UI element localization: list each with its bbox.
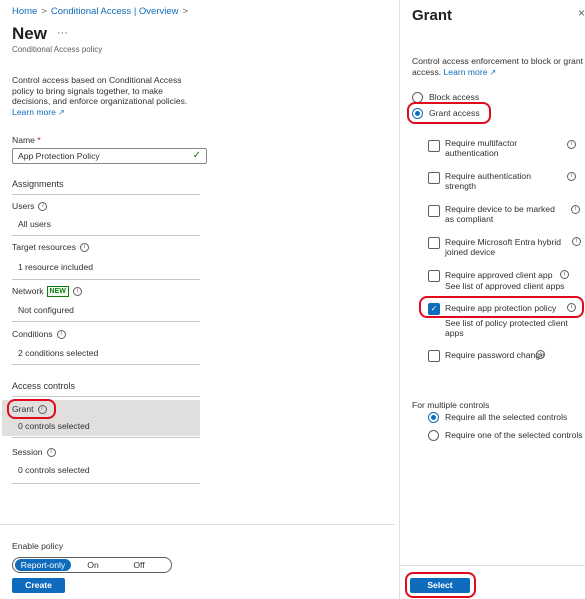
protected-apps-list-link[interactable]: See list of policy protected client apps <box>445 318 575 338</box>
conditions-label: Conditions i <box>12 329 66 340</box>
block-access-label[interactable]: Block access <box>429 92 479 102</box>
conditions-value-link[interactable]: 2 conditions selected <box>18 348 98 358</box>
network-label-text: Network <box>12 286 44 296</box>
divider <box>12 235 200 236</box>
network-label: Network NEW i <box>12 286 82 298</box>
name-input-value[interactable]: App Protection Policy <box>18 151 100 161</box>
password-change-label[interactable]: Require password change <box>445 350 575 360</box>
info-icon[interactable]: i <box>560 270 569 279</box>
grant-learn-more-link[interactable]: Learn more <box>444 67 488 77</box>
info-icon[interactable]: i <box>536 350 545 359</box>
users-label: Users i <box>12 201 48 212</box>
mfa-checkbox[interactable] <box>428 140 440 152</box>
required-asterisk: * <box>37 135 41 145</box>
conditions-label-text: Conditions <box>12 329 53 339</box>
multiple-controls-label: For multiple controls <box>412 400 490 410</box>
breadcrumb-home[interactable]: Home <box>12 6 37 17</box>
info-icon[interactable]: i <box>572 237 581 246</box>
policy-description: Control access based on Conditional Acce… <box>12 75 192 118</box>
description-text: Control access based on Conditional Acce… <box>12 75 188 106</box>
auth-strength-label[interactable]: Require authentication strength <box>445 171 557 191</box>
require-one-label[interactable]: Require one of the selected controls <box>445 430 585 440</box>
target-resources-label-text: Target resources <box>12 242 77 252</box>
footer-divider <box>0 524 395 525</box>
divider <box>12 483 200 484</box>
info-icon[interactable]: i <box>46 448 56 458</box>
grant-access-highlight <box>407 102 491 124</box>
breadcrumb: Home > Conditional Access | Overview > <box>12 6 192 17</box>
grant-intro-text: Control access enforcement to block or g… <box>412 56 584 77</box>
breadcrumb-separator: > <box>182 6 189 17</box>
access-controls-heading: Access controls <box>12 381 76 391</box>
mfa-label[interactable]: Require multifactor authentication <box>445 138 557 158</box>
compliant-device-label[interactable]: Require device to be marked as compliant <box>445 204 557 224</box>
breadcrumb-separator: > <box>41 6 47 17</box>
approved-app-label[interactable]: Require approved client app <box>445 270 575 280</box>
toggle-on[interactable]: On <box>73 558 113 572</box>
new-badge: NEW <box>46 286 69 298</box>
session-label-text: Session <box>12 447 43 457</box>
breadcrumb-overview[interactable]: Conditional Access | Overview <box>51 6 179 17</box>
valid-check-icon: ✓ <box>192 150 201 161</box>
compliant-device-checkbox[interactable] <box>428 205 440 217</box>
grant-panel: Grant × Control access enforcement to bl… <box>399 0 585 599</box>
session-value-link[interactable]: 0 controls selected <box>18 465 90 475</box>
divider <box>12 437 200 438</box>
toggle-report-only[interactable]: Report-only <box>15 559 71 571</box>
users-value-link[interactable]: All users <box>18 219 51 229</box>
session-label: Session i <box>12 447 56 458</box>
enable-policy-label: Enable policy <box>12 541 64 551</box>
target-resources-label: Target resources i <box>12 242 90 253</box>
auth-strength-checkbox[interactable] <box>428 172 440 184</box>
name-label: Name * <box>12 135 41 145</box>
policy-pane: Home > Conditional Access | Overview > New ·… <box>0 0 395 599</box>
grant-value-link[interactable]: 0 controls selected <box>18 421 90 431</box>
toggle-off[interactable]: Off <box>117 558 161 572</box>
app-protection-highlight <box>419 296 584 318</box>
name-input[interactable]: App Protection Policy ✓ <box>12 148 207 164</box>
hybrid-joined-label[interactable]: Require Microsoft Entra hybrid joined de… <box>445 237 570 257</box>
divider <box>12 279 200 280</box>
grant-highlight <box>7 399 56 419</box>
page-subtitle: Conditional Access policy <box>12 45 103 54</box>
password-change-checkbox[interactable] <box>428 350 440 362</box>
grant-intro: Control access enforcement to block or g… <box>412 56 584 78</box>
footer-divider <box>400 565 585 566</box>
enable-policy-toggle[interactable]: Report-only On Off <box>12 557 172 573</box>
select-button-highlight <box>405 572 476 598</box>
divider <box>12 364 200 365</box>
name-label-text: Name <box>12 135 35 145</box>
more-options-icon[interactable]: ··· <box>57 27 68 39</box>
hybrid-joined-checkbox[interactable] <box>428 237 440 249</box>
approved-apps-list-link[interactable]: See list of approved client apps <box>445 281 585 291</box>
info-icon[interactable]: i <box>567 140 576 149</box>
target-resources-link[interactable]: 1 resource included <box>18 262 93 272</box>
divider <box>12 396 200 397</box>
require-one-radio[interactable] <box>428 430 439 441</box>
page-title: New ··· <box>12 24 68 44</box>
divider <box>12 194 200 195</box>
create-button[interactable]: Create <box>12 578 65 593</box>
approved-app-checkbox[interactable] <box>428 270 440 282</box>
info-icon[interactable]: i <box>56 330 66 340</box>
info-icon[interactable]: i <box>571 205 580 214</box>
info-icon[interactable]: i <box>80 243 90 253</box>
require-all-radio[interactable] <box>428 412 439 423</box>
network-value-link[interactable]: Not configured <box>18 305 74 315</box>
grant-panel-title: Grant <box>412 7 453 24</box>
info-icon[interactable]: i <box>567 172 576 181</box>
info-icon[interactable]: i <box>38 202 48 212</box>
learn-more-link[interactable]: Learn more <box>12 107 56 117</box>
require-all-label[interactable]: Require all the selected controls <box>445 412 585 422</box>
page-title-text: New <box>12 24 47 43</box>
external-link-icon: ↗ <box>489 68 497 77</box>
external-link-icon: ↗ <box>57 107 65 117</box>
info-icon[interactable]: i <box>72 287 82 297</box>
divider <box>12 321 200 322</box>
users-label-text: Users <box>12 201 35 211</box>
close-icon[interactable]: × <box>578 6 585 20</box>
assignments-heading: Assignments <box>12 179 64 189</box>
